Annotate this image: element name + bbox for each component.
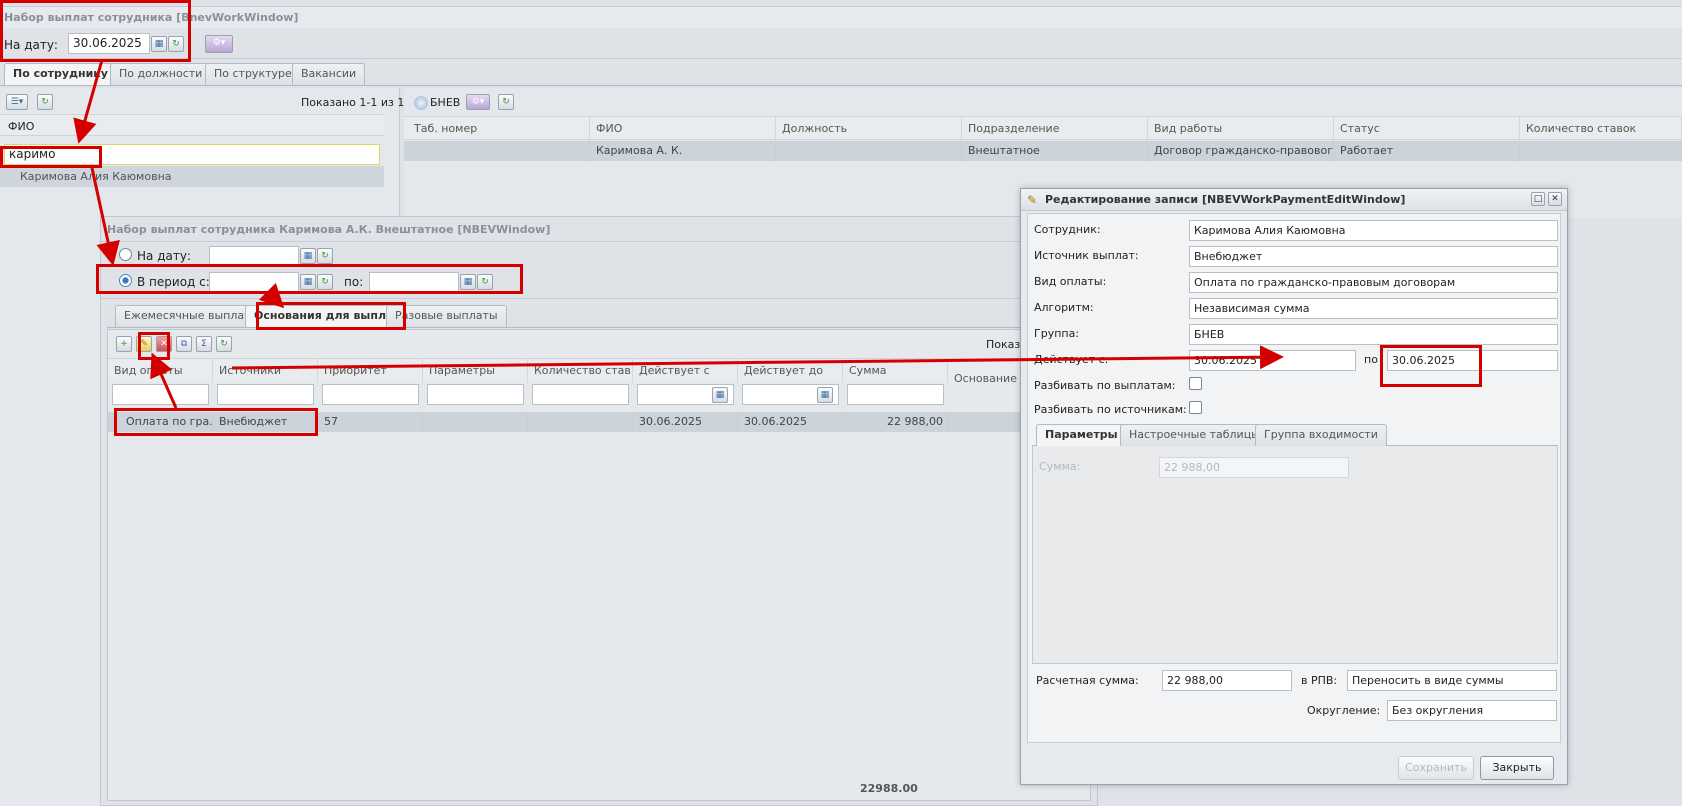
annotation-arrows [73, 59, 1284, 409]
